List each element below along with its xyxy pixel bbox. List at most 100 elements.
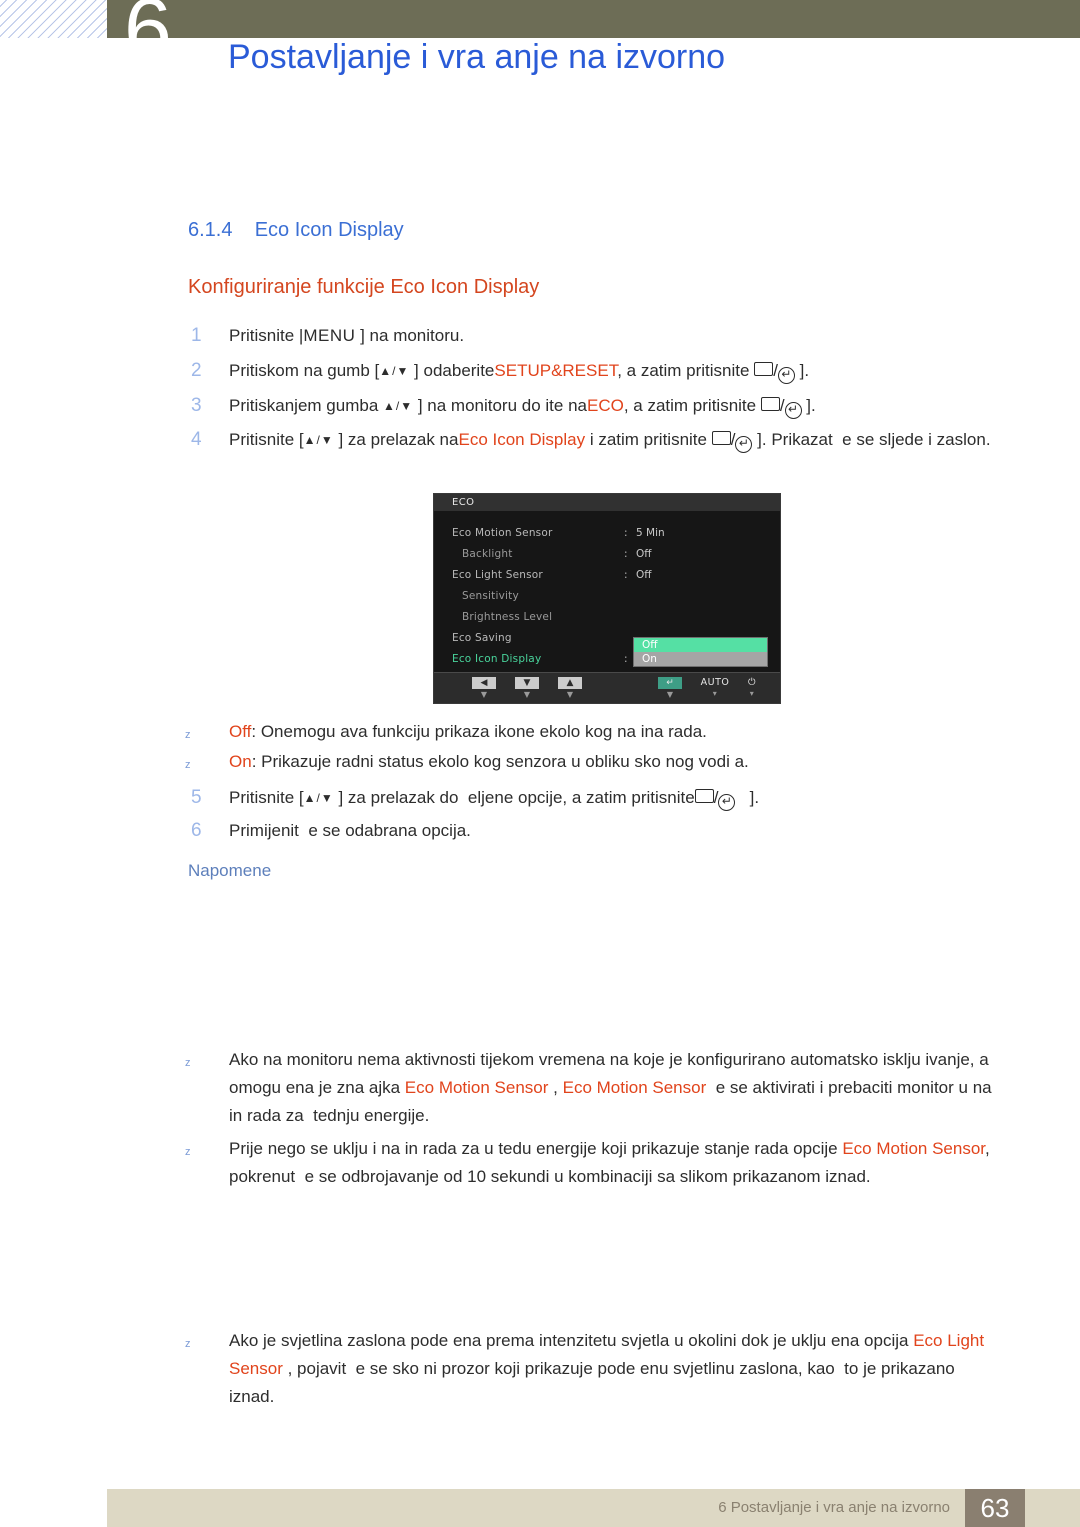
return-rect-icon bbox=[694, 789, 714, 803]
napomene-heading: Napomene bbox=[188, 861, 272, 880]
option-bullet-text: On: Prikazuje radni status ekolo kog sen… bbox=[229, 752, 749, 771]
osd-colon: : bbox=[624, 548, 628, 560]
decorative-hatch-pattern bbox=[0, 0, 108, 38]
bullet-marker: z bbox=[185, 1146, 191, 1158]
osd-button-power[interactable]: ⏻ ▾ bbox=[742, 677, 762, 698]
option-bullet-text: Off: Onemogu ava funkciju prikaza ikone … bbox=[229, 722, 707, 741]
osd-tick: ▾ bbox=[712, 689, 718, 698]
header-band bbox=[107, 0, 1080, 38]
osd-button-enter[interactable]: ↵ ▼ bbox=[658, 677, 682, 699]
up-down-arrow-icon: ▲/▼ bbox=[383, 399, 414, 413]
up-down-arrow-icon: ▲/▼ bbox=[303, 791, 334, 805]
osd-row-eco-motion-sensor[interactable]: Eco Motion Sensor bbox=[452, 527, 553, 539]
note-text: Prije nego se uklju i na in rada za u te… bbox=[229, 1139, 995, 1186]
osd-value-eco-light-sensor: Off bbox=[636, 569, 652, 581]
option-bullet-on: z On: Prikazuje radni status ekolo kog s… bbox=[185, 748, 945, 776]
bullet-marker: z bbox=[185, 1338, 191, 1350]
return-rect-icon bbox=[760, 397, 780, 411]
osd-row-eco-light-sensor[interactable]: Eco Light Sensor bbox=[452, 569, 543, 581]
step-1: 1 Pritisnite |MENU ] na monitoru. bbox=[191, 322, 951, 350]
osd-option-on[interactable]: On bbox=[634, 652, 767, 666]
osd-option-popup: Off On bbox=[633, 637, 768, 667]
step-text: Primijenit e se odabrana opcija. bbox=[229, 821, 471, 840]
on-label: On bbox=[229, 752, 252, 771]
step-text: Pritisnite [▲/▼ ] za prelazak do eljene … bbox=[229, 784, 981, 812]
enter-icon: ↵ bbox=[658, 677, 682, 689]
osd-row-eco-icon-display[interactable]: Eco Icon Display bbox=[452, 653, 541, 665]
eco-motion-sensor-highlight: Eco Motion Sensor bbox=[562, 1078, 707, 1097]
monitor-osd-screenshot: ECO Eco Motion Sensor : 5 Min Backlight … bbox=[433, 493, 781, 704]
osd-button-left[interactable]: ◀ ▼ bbox=[472, 677, 496, 699]
enter-key-icon: ↵ bbox=[718, 794, 736, 811]
osd-colon: : bbox=[624, 527, 628, 539]
osd-title: ECO bbox=[434, 494, 780, 511]
step-3: 3 Pritiskanjem gumba ▲/▼ ] na monitoru d… bbox=[191, 392, 981, 420]
step-2: 2 Pritiskom na gumb [▲/▼ ] odaberiteSETU… bbox=[191, 357, 981, 385]
eco-motion-sensor-highlight: Eco Motion Sensor bbox=[404, 1078, 549, 1097]
eco-highlight: ECO bbox=[587, 396, 624, 415]
footer-text: 6 Postavljanje i vra anje na izvorno bbox=[718, 1499, 950, 1516]
down-arrow-icon: ▼ bbox=[515, 677, 539, 689]
note-text: Ako na monitoru nema aktivnosti tijekom … bbox=[229, 1050, 997, 1125]
step-text: Pritisnite |MENU ] na monitoru. bbox=[229, 322, 951, 350]
up-down-arrow-icon: ▲/▼ bbox=[379, 364, 410, 378]
step-number: 5 bbox=[191, 787, 202, 808]
osd-button-bar: ◀ ▼ ▼ ▼ ▲ ▼ ↵ ▼ AUTO ▾ ⏻ ▾ bbox=[434, 672, 780, 703]
page-number: 63 bbox=[980, 1493, 1010, 1523]
step-text: Pritiskom na gumb [▲/▼ ] odaberiteSETUP&… bbox=[229, 357, 981, 385]
step-number: 1 bbox=[191, 325, 202, 346]
step-number: 3 bbox=[191, 395, 202, 416]
bullet-marker: z bbox=[185, 759, 191, 771]
power-icon: ⏻ bbox=[747, 677, 756, 688]
step-4: 4 Pritisnite [▲/▼ ] za prelazak naEco Ic… bbox=[191, 426, 991, 454]
left-arrow-icon: ◀ bbox=[472, 677, 496, 689]
osd-row-backlight[interactable]: Backlight bbox=[462, 548, 513, 560]
return-rect-icon bbox=[754, 362, 774, 376]
osd-row-sensitivity[interactable]: Sensitivity bbox=[462, 590, 519, 602]
osd-value-eco-motion-sensor: 5 Min bbox=[636, 527, 665, 539]
section-heading: 6.1.4 Eco Icon Display bbox=[188, 219, 404, 241]
section-subtitle: Konfiguriranje funkcije Eco Icon Display bbox=[188, 276, 540, 298]
eco-icon-display-highlight: Eco Icon Display bbox=[458, 430, 586, 449]
note-text: Ako je svjetlina zaslona pode ena prema … bbox=[229, 1331, 989, 1406]
osd-tick: ▼ bbox=[523, 690, 531, 699]
return-rect-icon bbox=[711, 431, 731, 445]
step-6: 6 Primijenit e se odabrana opcija. bbox=[191, 817, 981, 845]
setup-reset-highlight: SETUP&RESET bbox=[494, 361, 618, 380]
osd-option-off[interactable]: Off bbox=[634, 638, 767, 652]
osd-button-up[interactable]: ▲ ▼ bbox=[558, 677, 582, 699]
osd-tick: ▾ bbox=[749, 689, 755, 698]
up-down-arrow-icon: ▲/▼ bbox=[303, 433, 334, 447]
auto-label: AUTO bbox=[700, 677, 730, 688]
step-5: 5 Pritisnite [▲/▼ ] za prelazak do eljen… bbox=[191, 784, 981, 812]
enter-key-icon: ↵ bbox=[777, 367, 795, 384]
note-1: z Ako na monitoru nema aktivnosti tijeko… bbox=[185, 1046, 995, 1130]
enter-key-icon: ↵ bbox=[735, 436, 753, 453]
bullet-marker: z bbox=[185, 1057, 191, 1069]
osd-colon: : bbox=[624, 569, 628, 581]
bullet-marker: z bbox=[185, 729, 191, 741]
step-number: 2 bbox=[191, 360, 202, 381]
step-text: Pritisnite [▲/▼ ] za prelazak naEco Icon… bbox=[229, 426, 991, 454]
osd-row-eco-saving[interactable]: Eco Saving bbox=[452, 632, 512, 644]
up-arrow-icon: ▲ bbox=[558, 677, 582, 689]
option-bullet-off: z Off: Onemogu ava funkciju prikaza ikon… bbox=[185, 718, 945, 746]
note-3: z Ako je svjetlina zaslona pode ena prem… bbox=[185, 1327, 995, 1411]
enter-key-icon: ↵ bbox=[784, 402, 802, 419]
page-title: Postavljanje i vra anje na izvorno bbox=[228, 38, 726, 76]
osd-colon: : bbox=[624, 653, 628, 665]
chapter-number: 6 bbox=[124, 0, 172, 77]
osd-button-down[interactable]: ▼ ▼ bbox=[515, 677, 539, 699]
osd-tick: ▼ bbox=[666, 690, 674, 699]
step-text: Pritiskanjem gumba ▲/▼ ] na monitoru do … bbox=[229, 392, 981, 420]
step-number: 4 bbox=[191, 429, 202, 450]
step-number: 6 bbox=[191, 820, 202, 841]
menu-key-glyph: MENU bbox=[303, 326, 356, 345]
osd-button-auto[interactable]: AUTO ▾ bbox=[698, 677, 732, 698]
osd-value-backlight: Off bbox=[636, 548, 652, 560]
osd-row-brightness-level[interactable]: Brightness Level bbox=[462, 611, 552, 623]
osd-menu-body: Eco Motion Sensor : 5 Min Backlight : Of… bbox=[434, 511, 780, 673]
off-label: Off bbox=[229, 722, 252, 741]
osd-tick: ▼ bbox=[566, 690, 574, 699]
osd-tick: ▼ bbox=[480, 690, 488, 699]
